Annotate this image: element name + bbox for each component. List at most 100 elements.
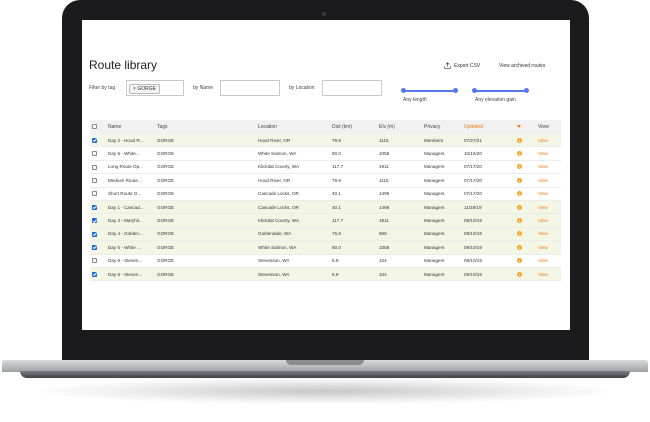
export-csv-button[interactable]: Export CSV [444,62,480,69]
row-select-cell[interactable] [90,173,106,188]
name-filter-input[interactable] [220,80,280,96]
view-link[interactable]: View [536,254,561,268]
row-select-cell[interactable] [90,227,106,242]
view-link[interactable]: View [536,227,561,242]
table-row[interactable]: Day 6 - Steven... GORGE Stevenson, WA 6.9 10… [90,254,561,268]
route-name[interactable]: Short Route O... [106,187,155,201]
header-privacy[interactable]: Privacy [422,120,462,134]
tag-filter-input[interactable]: × GORGE [126,80,184,96]
route-info[interactable]: i [515,267,536,282]
route-name[interactable]: Day 5 - White... [106,146,155,161]
elevation-slider-max-handle[interactable] [524,88,529,93]
info-icon[interactable]: i [517,137,522,143]
row-select-cell[interactable] [90,134,106,148]
info-icon[interactable]: i [517,204,522,210]
table-row[interactable]: Day 4 - Golden... GORGE Goldendale, WA 76.8… [90,227,561,242]
row-select-cell[interactable] [90,254,106,268]
route-name[interactable]: Day 6 - Steven... [106,254,155,268]
row-select-cell[interactable] [90,146,106,161]
view-link[interactable]: View [536,134,561,148]
view-link[interactable]: View [536,213,561,228]
location-filter-input[interactable] [322,80,382,96]
table-row[interactable]: Day 5 - White ... GORGE White Salmon, WA 60… [90,240,561,255]
route-name[interactable]: Medium Route ... [106,173,155,188]
table-row[interactable]: Day 1 - Cascad... GORGE Cascade Locks, OR 4… [90,200,561,215]
info-icon[interactable]: i [517,271,522,277]
header-updated[interactable]: Updated [462,120,515,134]
view-link[interactable]: View [536,160,561,175]
header-select-all[interactable] [90,120,106,134]
select-all-checkbox[interactable] [92,124,97,130]
elevation-slider-track[interactable] [475,90,527,92]
info-icon[interactable]: i [517,258,522,264]
route-info[interactable]: i [515,227,536,242]
view-link[interactable]: View [536,267,561,282]
row-select-cell[interactable] [90,240,106,255]
row-checkbox[interactable] [92,231,97,237]
view-link[interactable]: View [536,146,561,161]
view-link[interactable]: View [536,240,561,255]
route-info[interactable]: i [515,160,536,175]
view-link[interactable]: View [536,200,561,215]
row-checkbox[interactable] [92,258,97,264]
table-row[interactable]: Medium Route ... GORGE Hood River, OR 79.9 1… [90,173,561,188]
table-row[interactable]: Day 2 - Hood R... GORGE Hood River, OR 79.9… [90,134,561,148]
row-select-cell[interactable] [90,213,106,228]
length-slider-track[interactable] [404,90,456,92]
row-checkbox[interactable] [92,178,97,183]
header-tags[interactable]: Tags [155,120,256,134]
info-icon[interactable]: i [517,177,522,183]
sort-down-icon[interactable] [517,125,521,129]
row-checkbox[interactable] [92,164,97,170]
route-info[interactable]: i [515,146,536,161]
info-icon[interactable]: i [517,191,522,197]
route-info[interactable]: i [515,134,536,148]
row-checkbox[interactable] [92,191,97,197]
route-info[interactable]: i [515,200,536,215]
route-info[interactable]: i [515,240,536,255]
row-checkbox[interactable] [92,244,97,250]
route-name[interactable]: Day 3 - Maryhil... [106,213,155,228]
info-icon[interactable]: i [517,151,522,157]
row-checkbox[interactable] [92,271,97,277]
header-dist[interactable]: Dist (km) [330,120,377,134]
table-row[interactable]: Day 6 - Steven... GORGE Stevenson, WA 6.9 10… [90,267,561,282]
route-name[interactable]: Long Route Op... [106,160,155,175]
view-archived-routes-link[interactable]: View archived routes [499,63,545,69]
header-name[interactable]: Name [106,120,155,134]
header-elv[interactable]: Elv (m) [377,120,422,134]
row-select-cell[interactable] [90,267,106,282]
length-slider-min-handle[interactable] [401,88,406,93]
row-checkbox[interactable] [92,218,97,224]
view-link[interactable]: View [536,187,561,201]
view-link[interactable]: View [536,173,561,188]
route-info[interactable]: i [515,173,536,188]
table-row[interactable]: Day 5 - White... GORGE White Salmon, WA 60.… [90,146,561,161]
route-info[interactable]: i [515,254,536,268]
elevation-slider-min-handle[interactable] [472,88,477,93]
table-row[interactable]: Long Route Op... GORGE Klickitat County, W… [90,160,561,175]
info-icon[interactable]: i [517,218,522,224]
table-row[interactable]: Day 3 - Maryhil... GORGE Klickitat County,… [90,213,561,228]
route-name[interactable]: Day 1 - Cascad... [106,200,155,215]
header-location[interactable]: Location [256,120,330,134]
row-select-cell[interactable] [90,187,106,201]
table-row[interactable]: Short Route O... GORGE Cascade Locks, OR 40… [90,187,561,201]
info-icon[interactable]: i [517,164,522,170]
route-name[interactable]: Day 6 - Steven... [106,267,155,282]
info-icon[interactable]: i [517,244,522,250]
route-name[interactable]: Day 2 - Hood R... [106,134,155,148]
route-info[interactable]: i [515,213,536,228]
header-sort[interactable] [515,120,536,134]
row-checkbox[interactable] [92,204,97,210]
row-checkbox[interactable] [92,137,97,143]
row-checkbox[interactable] [92,151,97,157]
route-name[interactable]: Day 5 - White ... [106,240,155,255]
row-select-cell[interactable] [90,160,106,175]
row-select-cell[interactable] [90,200,106,215]
route-info[interactable]: i [515,187,536,201]
tag-chip[interactable]: × GORGE [129,84,160,94]
route-name[interactable]: Day 4 - Golden... [106,227,155,242]
length-slider-max-handle[interactable] [453,88,458,93]
chip-remove-icon[interactable]: × [133,86,136,92]
